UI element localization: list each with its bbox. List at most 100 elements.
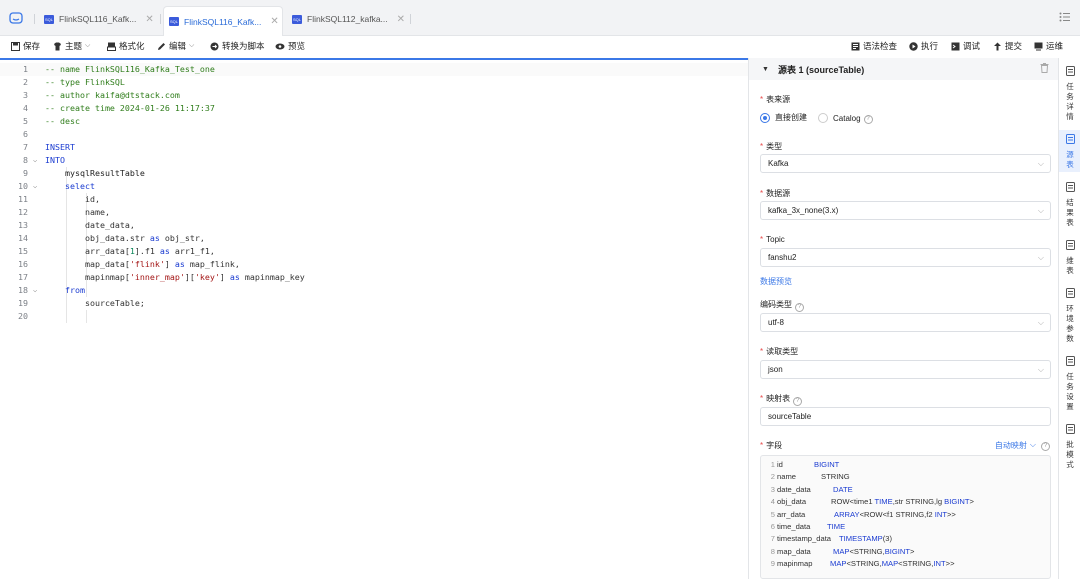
rail-item-task-settings[interactable]: 任务设置 (1059, 352, 1080, 414)
syntax-check-icon (851, 42, 860, 50)
code-text: map_data['flink'] as map_flink, (45, 259, 240, 269)
tab-label: FlinkSQL116_Kafk... (184, 16, 262, 27)
chevron-down-icon: ⌵ (1037, 159, 1044, 168)
code-line[interactable]: 8 ⌵ INTO (0, 154, 748, 167)
tab-flinksql112-kafka[interactable]: SQL FlinkSQL112_kafka... ✕ (292, 8, 407, 30)
type-select[interactable]: Kafka ⌵ (760, 154, 1051, 173)
code-line[interactable]: 18 ⌵ from (0, 284, 748, 297)
line-number: 18 (18, 285, 28, 295)
field-type: MAP<STRING,BIGINT> (833, 546, 915, 556)
code-line[interactable]: 4 -- create time 2024-01-26 11:17:37 (0, 102, 748, 115)
source-table-header[interactable]: ▼ 源表 1 (sourceTable) (749, 58, 1059, 80)
field-type: DATE (833, 484, 853, 494)
rail-item-result-table[interactable]: 结果表 (1059, 178, 1080, 230)
tab-flinksql116-kafka-1[interactable]: SQL FlinkSQL116_Kafk... ✕ (44, 8, 159, 30)
line-number: 5 (23, 116, 28, 126)
tab-list-icon[interactable] (1059, 12, 1070, 24)
run-label: 执行 (921, 41, 939, 51)
field-index: 3 (770, 484, 775, 494)
field-type: MAP<STRING,MAP<STRING,INT>> (830, 559, 955, 569)
theme-dropdown[interactable]: 主题 ⌵ (53, 40, 90, 52)
save-button[interactable]: 保存 (11, 40, 40, 52)
code-line[interactable]: 19 sourceTable; (0, 297, 748, 310)
code-line[interactable]: 7 INSERT (0, 141, 748, 154)
code-text: obj_data.str as obj_str, (45, 233, 205, 243)
field-type: ROW<time1 TIME,str STRING,lg BIGINT> (831, 497, 974, 507)
tab-flinksql116-kafka-2[interactable]: SQL FlinkSQL116_Kafk... ✕ (163, 6, 283, 36)
trash-icon[interactable] (1040, 63, 1049, 75)
datasource-select[interactable]: kafka_3x_none(3.x) ⌵ (760, 201, 1051, 220)
collapse-icon[interactable]: ▼ (762, 66, 769, 73)
data-preview-link[interactable]: 数据预览 (760, 276, 792, 287)
line-number: 11 (18, 194, 28, 204)
convert-icon (210, 42, 219, 50)
code-line[interactable]: 9 mysqlResultTable (0, 167, 748, 180)
line-number: 10 (18, 181, 28, 191)
preview-button[interactable]: 预览 (275, 40, 305, 52)
rail-item-task-detail[interactable]: 任务详情 (1059, 62, 1080, 124)
close-icon[interactable]: ✕ (397, 14, 405, 25)
field-index: 7 (770, 534, 775, 544)
sql-code-editor[interactable]: 1 -- name FlinkSQL116_Kafka_Test_one 2 -- t… (0, 58, 748, 579)
code-line[interactable]: 12 name, (0, 206, 748, 219)
code-line[interactable]: 2 -- type FlinkSQL (0, 76, 748, 89)
read-type-select[interactable]: json ⌵ (760, 360, 1051, 379)
field-index: 2 (770, 472, 775, 482)
help-icon: ? (793, 397, 803, 406)
source-radio-catalog[interactable]: Catalog? (818, 112, 873, 124)
code-line[interactable]: 17 mapinmap['inner_map']['key'] as mapin… (0, 271, 748, 284)
code-text: -- type FlinkSQL (45, 77, 125, 87)
code-line[interactable]: 20 (0, 310, 748, 323)
syntax-check-button[interactable]: 语法检查 (851, 40, 897, 52)
code-line[interactable]: 16 map_data['flink'] as map_flink, (0, 258, 748, 271)
datasource-label: * 数据源 (760, 189, 791, 198)
field-name: id (777, 460, 783, 469)
debug-button[interactable]: 调试 (951, 40, 980, 52)
rail-item-env-params[interactable]: 环境参数 (1059, 284, 1080, 346)
fold-chevron-icon[interactable]: ⌵ (33, 180, 37, 193)
encoding-select[interactable]: utf-8 ⌵ (760, 313, 1051, 332)
format-button[interactable]: 格式化 (107, 40, 145, 52)
code-line[interactable]: 13 date_data, (0, 219, 748, 232)
code-line[interactable]: 11 id, (0, 193, 748, 206)
rail-item-dim-table[interactable]: 维表 (1059, 236, 1080, 278)
help-icon: ? (863, 115, 873, 124)
format-icon (107, 42, 116, 51)
auto-map-dropdown[interactable]: 自动映射 ⌵ ? (995, 439, 1050, 451)
line-number: 13 (18, 220, 28, 230)
submit-button[interactable]: 提交 (993, 40, 1022, 52)
code-line[interactable]: 3 -- author kaifa@dtstack.com (0, 89, 748, 102)
home-icon[interactable] (8, 10, 24, 26)
source-radio-direct[interactable]: 直接创建 (760, 112, 807, 123)
radio-unchecked-icon (818, 113, 828, 123)
topic-select[interactable]: fanshu2 ⌵ (760, 248, 1051, 267)
rail-item-source-table[interactable]: 源表 (1059, 130, 1080, 172)
run-button[interactable]: 执行 (909, 40, 938, 52)
fold-chevron-icon[interactable]: ⌵ (33, 154, 37, 167)
code-line[interactable]: 15 arr_data[1].f1 as arr1_f1, (0, 245, 748, 258)
code-line[interactable]: 14 obj_data.str as obj_str, (0, 232, 748, 245)
close-icon[interactable]: ✕ (270, 16, 278, 27)
rail-item-batch-mode[interactable]: 批模式 (1059, 420, 1080, 472)
task-detail-icon (1065, 66, 1075, 79)
mapping-input[interactable]: sourceTable (760, 407, 1051, 426)
ops-button[interactable]: 运维 (1034, 40, 1063, 52)
convert-to-script-button[interactable]: 转换为脚本 (210, 40, 265, 52)
code-line[interactable]: 1 -- name FlinkSQL116_Kafka_Test_one (0, 63, 748, 76)
fold-chevron-icon[interactable]: ⌵ (33, 284, 37, 297)
line-number: 3 (23, 90, 28, 100)
code-line[interactable]: 5 -- desc (0, 115, 748, 128)
close-icon[interactable]: ✕ (145, 14, 153, 25)
fields-editor[interactable]: 1 id BIGINT 2 name STRING 3 date_data DATE 4 obj_d… (760, 455, 1051, 579)
code-line[interactable]: 10 ⌵ select (0, 180, 748, 193)
edit-dropdown[interactable]: 编辑 ⌵ (157, 40, 194, 52)
code-line[interactable]: 6 (0, 128, 748, 141)
play-icon (909, 41, 918, 51)
syntax-check-label: 语法检查 (863, 41, 898, 51)
shirt-icon (54, 42, 61, 50)
code-text: select (64, 181, 95, 191)
line-number: 16 (18, 259, 28, 269)
chevron-down-icon: ⌵ (1037, 253, 1044, 262)
code-text: id, (45, 194, 100, 204)
field-index: 5 (770, 509, 775, 519)
